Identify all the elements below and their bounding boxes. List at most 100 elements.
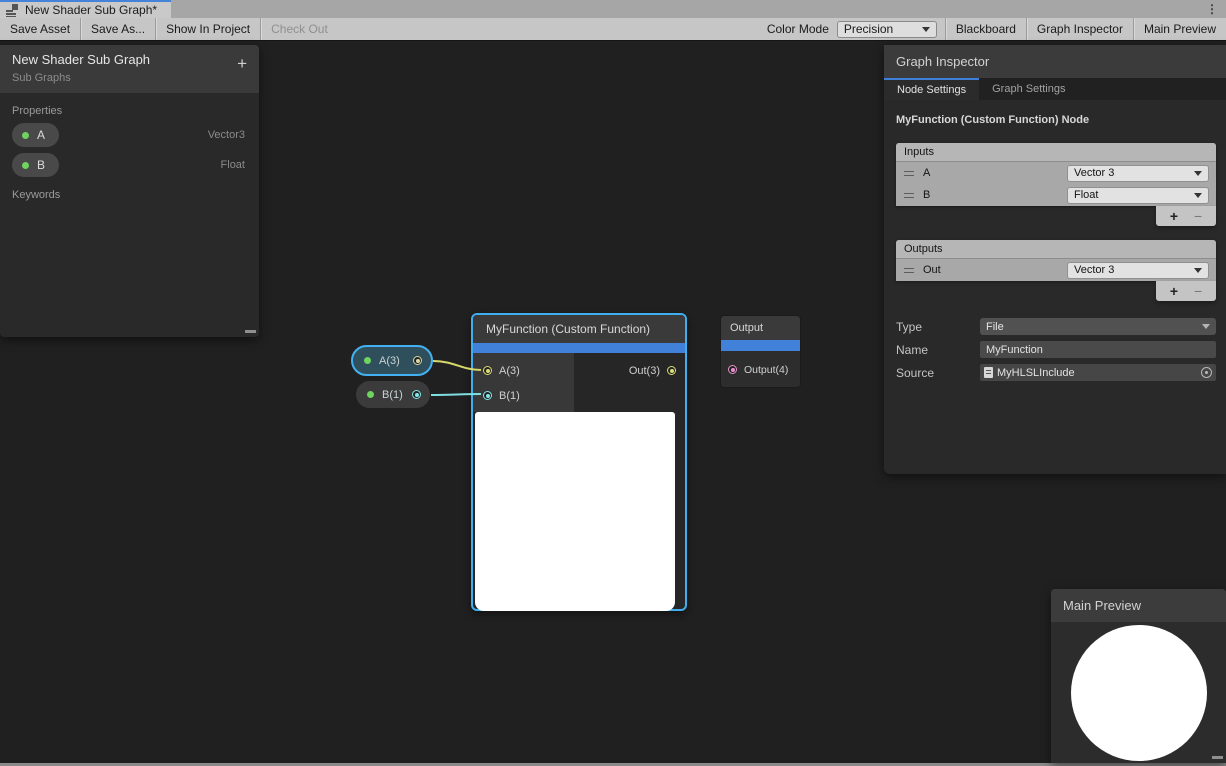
- inputs-list-footer: + −: [1156, 206, 1216, 226]
- port-output-input[interactable]: [728, 365, 737, 374]
- chevron-down-icon: [1194, 193, 1202, 198]
- main-preview-resize-handle[interactable]: [1212, 756, 1223, 759]
- input-type-dropdown[interactable]: Float: [1067, 187, 1209, 204]
- input-slots: A(3) B(1): [473, 353, 574, 412]
- tab-new-shader-sub-graph[interactable]: New Shader Sub Graph*: [0, 0, 171, 18]
- node-accent-bar: [721, 340, 800, 351]
- property-name: B: [37, 158, 45, 172]
- blackboard-property-b[interactable]: B: [12, 153, 59, 177]
- chevron-down-icon: [1202, 324, 1210, 329]
- property-color-dot: [22, 132, 29, 139]
- input-type-value: Float: [1074, 189, 1098, 201]
- blackboard-property-a[interactable]: A: [12, 123, 59, 147]
- property-type: Vector3: [208, 129, 245, 141]
- property-node-b[interactable]: B(1): [356, 381, 430, 408]
- tab-graph-settings[interactable]: Graph Settings: [979, 78, 1078, 100]
- property-color-dot: [364, 357, 371, 364]
- kebab-menu-icon[interactable]: ⋮: [1206, 3, 1226, 15]
- drag-handle-icon[interactable]: [904, 268, 914, 273]
- blackboard-panel: New Shader Sub Graph Sub Graphs + Proper…: [0, 45, 259, 337]
- drag-handle-icon[interactable]: [904, 193, 914, 198]
- properties-section-label: Properties: [0, 105, 259, 117]
- main-preview-toggle-button[interactable]: Main Preview: [1134, 18, 1226, 40]
- main-preview-panel: Main Preview: [1051, 589, 1226, 763]
- main-preview-title: Main Preview: [1063, 598, 1141, 613]
- remove-output-button[interactable]: −: [1194, 284, 1202, 298]
- output-slots: Out(3): [570, 353, 685, 412]
- outputs-row-out[interactable]: Out Vector 3: [896, 259, 1216, 281]
- toolbar-right-group: Color Mode Precision Blackboard Graph In…: [759, 18, 1226, 40]
- tab-node-settings[interactable]: Node Settings: [884, 78, 979, 100]
- graph-canvas[interactable]: A(3) B(1) MyFunction (Custom Function) A…: [0, 41, 1226, 763]
- output-type-dropdown[interactable]: Vector 3: [1067, 262, 1209, 279]
- graph-inspector-toggle-button[interactable]: Graph Inspector: [1027, 18, 1133, 40]
- input-type-dropdown[interactable]: Vector 3: [1067, 165, 1209, 182]
- type-field-row: Type File: [896, 315, 1216, 338]
- inputs-row-b[interactable]: B Float: [896, 184, 1216, 206]
- slot-label: Output(4): [744, 364, 788, 376]
- main-preview-body[interactable]: [1051, 622, 1226, 763]
- blackboard-property-row: A Vector3: [0, 123, 259, 147]
- unity-shader-graph-window: New Shader Sub Graph* ⋮ Save Asset Save …: [0, 0, 1226, 766]
- input-type-value: Vector 3: [1074, 167, 1114, 179]
- name-value: MyFunction: [986, 344, 1043, 356]
- port-input-b[interactable]: [483, 391, 492, 400]
- shader-graph-toolbar: Save Asset Save As... Show In Project Ch…: [0, 18, 1226, 41]
- port-property-b-output[interactable]: [412, 390, 421, 399]
- slot-label: Out(3): [629, 365, 660, 377]
- name-label: Name: [896, 343, 980, 357]
- color-mode-value: Precision: [844, 22, 893, 36]
- save-as-button[interactable]: Save As...: [81, 18, 155, 40]
- port-property-a-output[interactable]: [413, 356, 422, 365]
- node-title[interactable]: Output: [721, 316, 800, 340]
- chevron-down-icon: [1194, 268, 1202, 273]
- graph-inspector-panel: Graph Inspector Node Settings Graph Sett…: [884, 45, 1226, 474]
- save-asset-button[interactable]: Save Asset: [0, 18, 80, 40]
- source-label: Source: [896, 366, 980, 380]
- port-input-a[interactable]: [483, 366, 492, 375]
- remove-input-button[interactable]: −: [1194, 209, 1202, 223]
- graph-inspector-header[interactable]: Graph Inspector: [884, 45, 1226, 78]
- outputs-list-footer: + −: [1156, 281, 1216, 301]
- source-object-field[interactable]: MyHLSLInclude: [980, 364, 1216, 381]
- input-slot-b: B(1): [473, 383, 574, 408]
- blackboard-toggle-button[interactable]: Blackboard: [946, 18, 1026, 40]
- show-in-project-button[interactable]: Show In Project: [156, 18, 260, 40]
- add-input-button[interactable]: +: [1170, 209, 1178, 223]
- tab-bar: New Shader Sub Graph* ⋮: [0, 0, 1226, 18]
- color-mode-dropdown[interactable]: Precision: [837, 21, 937, 38]
- shader-sub-graph-icon: [6, 4, 19, 17]
- object-picker-icon[interactable]: [1201, 367, 1212, 378]
- node-output[interactable]: Output Output(4): [720, 315, 801, 388]
- node-preview: [475, 412, 675, 611]
- check-out-button: Check Out: [261, 18, 338, 40]
- name-input[interactable]: MyFunction: [980, 341, 1216, 358]
- add-property-button[interactable]: +: [237, 55, 247, 72]
- tab-title: New Shader Sub Graph*: [25, 3, 157, 17]
- drag-handle-icon[interactable]: [904, 171, 914, 176]
- blackboard-header[interactable]: New Shader Sub Graph Sub Graphs +: [0, 45, 259, 93]
- main-preview-header[interactable]: Main Preview: [1051, 589, 1226, 622]
- node-myfunction[interactable]: MyFunction (Custom Function) A(3) B(1) O…: [471, 313, 687, 611]
- chevron-down-icon: [1194, 171, 1202, 176]
- source-field-row: Source MyHLSLInclude: [896, 361, 1216, 384]
- blackboard-subtitle: Sub Graphs: [12, 72, 247, 84]
- slot-label: B(1): [499, 390, 520, 402]
- inspected-node-title: MyFunction (Custom Function) Node: [896, 114, 1216, 126]
- type-label: Type: [896, 320, 980, 334]
- node-title[interactable]: MyFunction (Custom Function): [473, 315, 685, 343]
- property-type: Float: [221, 159, 245, 171]
- input-name: A: [923, 167, 930, 179]
- outputs-list-header: Outputs: [896, 240, 1216, 259]
- keywords-section-label: Keywords: [0, 189, 259, 201]
- property-color-dot: [22, 162, 29, 169]
- blackboard-resize-handle[interactable]: [245, 330, 256, 333]
- port-output-out[interactable]: [667, 366, 676, 375]
- slot-label: A(3): [499, 365, 520, 377]
- outputs-list: Outputs Out Vector 3 + −: [896, 240, 1216, 301]
- output-name: Out: [923, 264, 941, 276]
- type-dropdown[interactable]: File: [980, 318, 1216, 335]
- add-output-button[interactable]: +: [1170, 284, 1178, 298]
- property-node-a[interactable]: A(3): [351, 345, 433, 376]
- inputs-row-a[interactable]: A Vector 3: [896, 162, 1216, 184]
